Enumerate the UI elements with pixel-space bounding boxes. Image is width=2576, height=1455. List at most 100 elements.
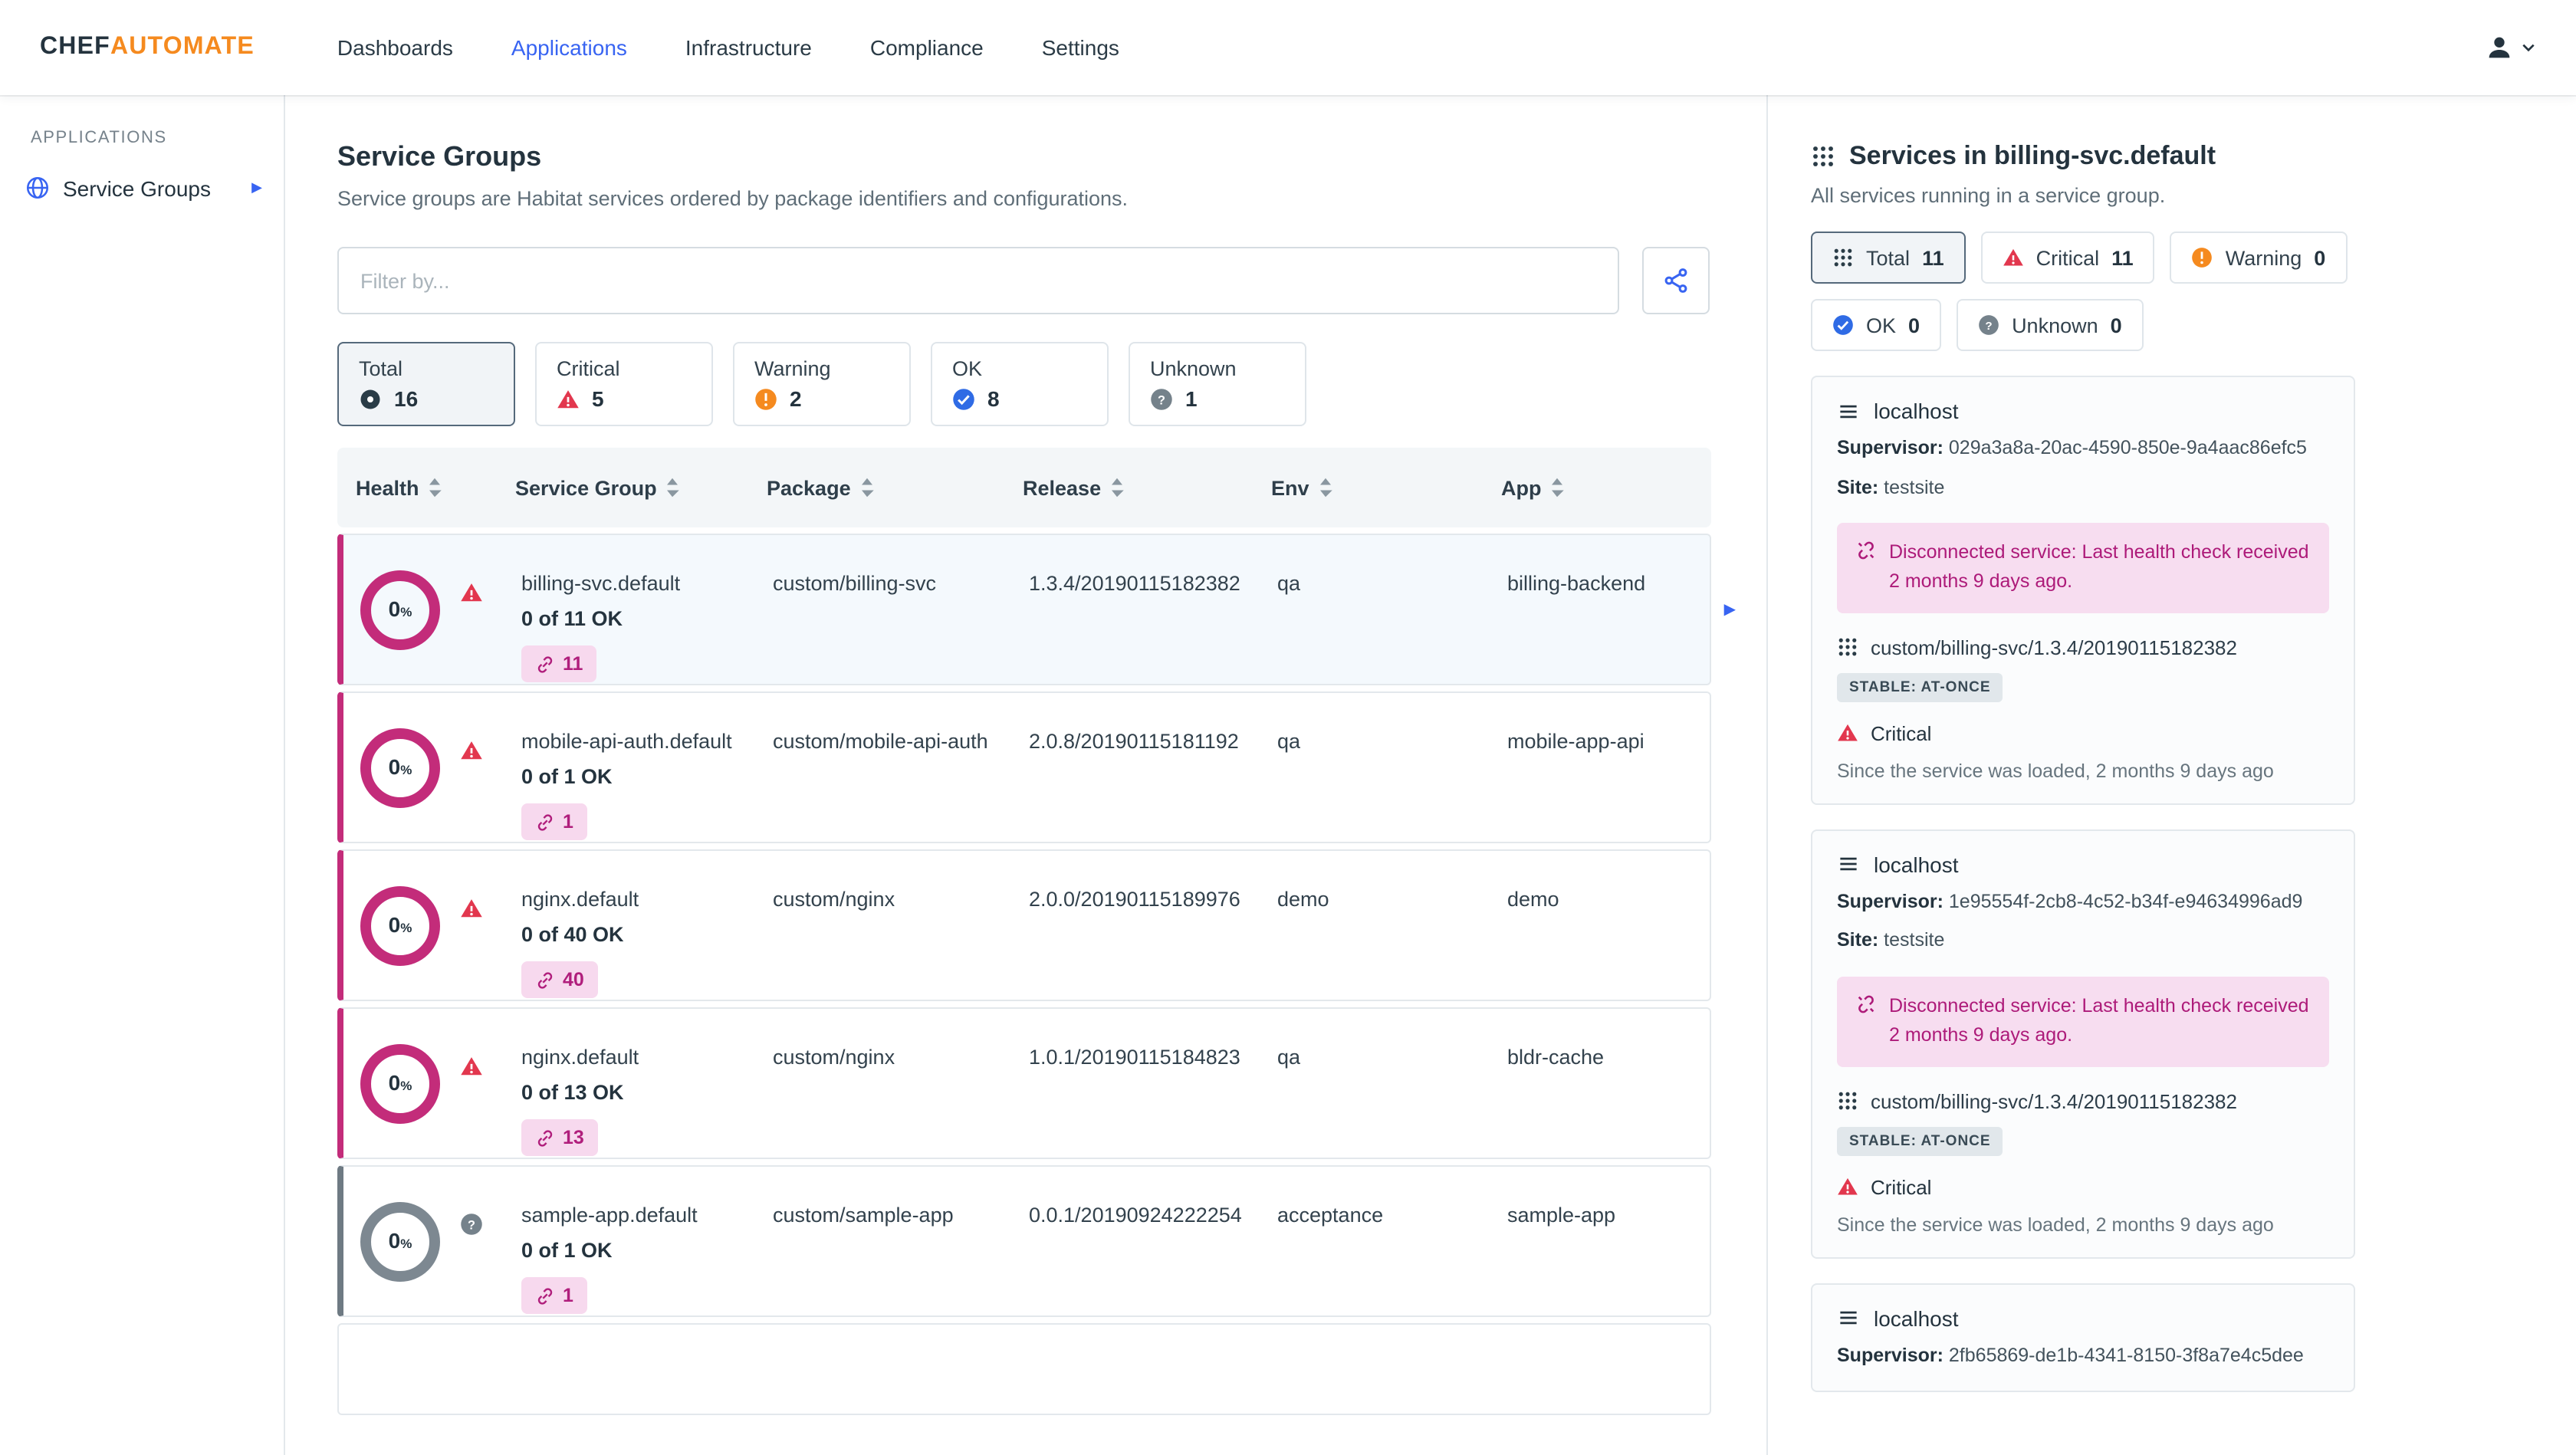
total-icon xyxy=(360,389,380,409)
disconnected-alert: Disconnected service: Last health check … xyxy=(1837,523,2329,613)
status-card-total[interactable]: Total 16 xyxy=(337,342,515,426)
app-cell: mobile-app-api xyxy=(1507,730,1644,753)
since-loaded-text: Since the service was loaded, 2 months 9… xyxy=(1837,1214,2274,1235)
hamburger-icon xyxy=(1840,1311,1857,1325)
chevron-down-icon xyxy=(2522,44,2535,52)
column-header-env[interactable]: Env xyxy=(1271,476,1501,499)
top-nav: CHEF AUTOMATE Dashboards Applications Inf… xyxy=(0,0,2576,95)
brand-logo[interactable]: CHEF AUTOMATE xyxy=(40,34,255,61)
service-status: Critical xyxy=(1871,1175,1932,1198)
nav-applications[interactable]: Applications xyxy=(508,26,630,69)
channel-badge: STABLE: AT-ONCE xyxy=(1837,1126,2003,1155)
release-cell: 1.3.4/20190115182382 xyxy=(1029,572,1240,595)
health-donut: 0% xyxy=(360,1201,440,1281)
svg-text:?: ? xyxy=(468,1218,475,1232)
table-row[interactable]: 0% billing-svc.default 0 of 11 OK 11 cus… xyxy=(337,534,1736,685)
service-group-name: nginx.default xyxy=(521,888,639,911)
sort-icon[interactable] xyxy=(1551,477,1565,498)
app-cell: sample-app xyxy=(1507,1204,1616,1227)
service-group-name: mobile-api-auth.default xyxy=(521,730,732,753)
sidebar-heading: APPLICATIONS xyxy=(31,129,167,147)
app-cell: demo xyxy=(1507,888,1559,911)
table-row[interactable]: 0% nginx.default 0 of 13 OK 13 custom/ng… xyxy=(337,1007,1711,1159)
brand-automate: AUTOMATE xyxy=(110,34,255,60)
sort-icon[interactable] xyxy=(666,477,680,498)
main-content: Service Groups Service groups are Habita… xyxy=(285,95,1766,1455)
column-header-app[interactable]: App xyxy=(1501,476,1711,499)
chip-unknown[interactable]: ? Unknown 0 xyxy=(1957,299,2144,351)
table-row-partial[interactable] xyxy=(337,1323,1711,1415)
disconnected-alert: Disconnected service: Last health check … xyxy=(1837,976,2329,1066)
nav-dashboards[interactable]: Dashboards xyxy=(334,26,456,69)
column-header-health[interactable]: Health xyxy=(337,476,515,499)
applications-icon xyxy=(26,176,49,199)
service-status-chips: Total 11 Critical 11 Warning 0 OK 0 ? Un… xyxy=(1811,232,2355,351)
env-cell: demo xyxy=(1277,888,1329,911)
health-donut: 0% xyxy=(360,570,440,649)
env-cell: qa xyxy=(1277,572,1301,595)
page-subtitle: Service groups are Habitat services orde… xyxy=(337,187,1129,210)
status-card-warning[interactable]: Warning 2 xyxy=(733,342,911,426)
sort-icon[interactable] xyxy=(1110,477,1124,498)
column-header-release[interactable]: Release xyxy=(1023,476,1271,499)
nav-compliance[interactable]: Compliance xyxy=(867,26,987,69)
host-name: localhost xyxy=(1874,399,1959,423)
supervisors-badge[interactable]: 40 xyxy=(521,961,598,999)
nav-infrastructure[interactable]: Infrastructure xyxy=(682,26,815,69)
hamburger-icon xyxy=(1840,858,1857,871)
ok-icon xyxy=(1833,315,1853,335)
ok-count: 0 of 11 OK xyxy=(521,606,623,630)
triangle-right-icon: ▶ xyxy=(251,179,262,195)
status-card-unknown[interactable]: Unknown ? 1 xyxy=(1129,342,1306,426)
health-donut: 0% xyxy=(360,728,440,807)
column-header-service-group[interactable]: Service Group xyxy=(515,476,767,499)
host-name: localhost xyxy=(1874,852,1959,877)
primary-nav: Dashboards Applications Infrastructure C… xyxy=(334,26,1122,69)
table-header: Health Service Group Package Release Env… xyxy=(337,448,1711,527)
supervisors-badge[interactable]: 1 xyxy=(521,803,587,841)
sort-icon[interactable] xyxy=(860,477,874,498)
table-row[interactable]: 0% mobile-api-auth.default 0 of 1 OK 1 c… xyxy=(337,691,1711,843)
critical-icon xyxy=(1838,724,1858,741)
filter-input[interactable] xyxy=(337,247,1619,314)
critical-icon xyxy=(557,389,579,408)
since-loaded-text: Since the service was loaded, 2 months 9… xyxy=(1837,760,2274,782)
share-button[interactable] xyxy=(1642,247,1710,314)
sidebar-item-label: Service Groups xyxy=(63,176,211,200)
table-row[interactable]: 0% nginx.default 0 of 40 OK 40 custom/ng… xyxy=(337,849,1711,1001)
status-card-critical[interactable]: Critical 5 xyxy=(535,342,713,426)
nav-settings[interactable]: Settings xyxy=(1039,26,1122,69)
sidebar-item-service-groups[interactable]: Service Groups ▶ xyxy=(0,166,284,210)
link-icon xyxy=(537,655,553,672)
column-header-package[interactable]: Package xyxy=(767,476,1023,499)
critical-icon xyxy=(461,899,482,918)
sort-icon[interactable] xyxy=(429,477,442,498)
services-panel-title: Services in billing-svc.default xyxy=(1811,141,2355,172)
supervisor-id: 1e95554f-2cb8-4c52-b34f-e94634996ad9 xyxy=(1948,890,2303,912)
site-name: testsite xyxy=(1884,476,1945,498)
status-card-ok[interactable]: OK 8 xyxy=(931,342,1109,426)
package-cell: custom/nginx xyxy=(773,888,895,911)
supervisors-badge[interactable]: 1 xyxy=(521,1277,587,1315)
chip-warning[interactable]: Warning 0 xyxy=(2170,232,2348,284)
page-title: Service Groups xyxy=(337,141,542,172)
supervisor-id: 029a3a8a-20ac-4590-850e-9a4aac86efc5 xyxy=(1948,437,2307,458)
env-cell: qa xyxy=(1277,1046,1301,1069)
table-row[interactable]: 0% ? sample-app.default 0 of 1 OK 1 cust… xyxy=(337,1165,1711,1317)
critical-icon xyxy=(461,741,482,760)
release-cell: 0.0.1/20190924222254 xyxy=(1029,1204,1242,1227)
broken-link-icon xyxy=(1858,541,1875,560)
supervisors-badge[interactable]: 13 xyxy=(521,1119,598,1157)
app-cell: bldr-cache xyxy=(1507,1046,1605,1069)
sort-icon[interactable] xyxy=(1319,477,1332,498)
package-cell: custom/sample-app xyxy=(773,1204,954,1227)
user-menu[interactable] xyxy=(2484,32,2536,63)
chip-total[interactable]: Total 11 xyxy=(1811,232,1966,284)
filter-row xyxy=(337,247,1711,314)
supervisors-badge[interactable]: 11 xyxy=(521,645,597,683)
service-card: localhost Supervisor: 1e95554f-2cb8-4c52… xyxy=(1811,829,2355,1258)
service-group-name: nginx.default xyxy=(521,1046,639,1069)
chip-ok[interactable]: OK 0 xyxy=(1811,299,1942,351)
service-package: custom/billing-svc/1.3.4/20190115182382 xyxy=(1871,636,2237,659)
chip-critical[interactable]: Critical 11 xyxy=(1980,232,2155,284)
